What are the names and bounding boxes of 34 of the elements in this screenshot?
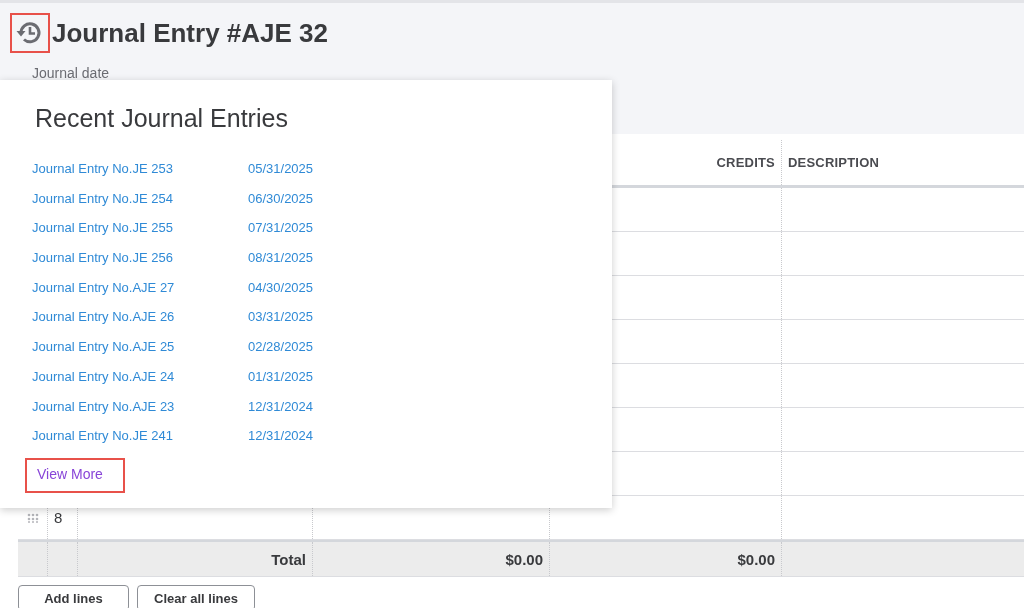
total-amount: $0.00 bbox=[737, 550, 775, 568]
total-amount: $0.00 bbox=[505, 550, 543, 568]
entry-date-link[interactable]: 07/31/2025 bbox=[248, 220, 314, 236]
action-button[interactable]: Clear all lines bbox=[137, 585, 255, 608]
entry-link[interactable]: Journal Entry No.JE 256 bbox=[32, 250, 248, 266]
entry-date-link[interactable]: 06/30/2025 bbox=[248, 190, 314, 206]
entry-link[interactable]: Journal Entry No.AJE 24 bbox=[32, 368, 248, 384]
entry-link[interactable]: Journal Entry No.JE 254 bbox=[32, 190, 248, 206]
popover-title: Recent Journal Entries bbox=[35, 104, 289, 133]
view-more-link[interactable]: View More bbox=[25, 457, 125, 493]
entry-date-link[interactable]: 12/31/2024 bbox=[248, 428, 314, 444]
column-header: DESCRIPTION bbox=[788, 155, 880, 170]
page-title: Journal Entry #AJE 32 bbox=[52, 17, 328, 49]
column-header: CREDITS bbox=[716, 155, 775, 170]
entry-link[interactable]: Journal Entry No.AJE 26 bbox=[32, 309, 248, 325]
entry-date-link[interactable]: 03/31/2025 bbox=[248, 309, 314, 325]
line-number: 8 bbox=[54, 509, 63, 526]
entry-date-link[interactable]: 02/28/2025 bbox=[248, 339, 314, 355]
entry-link[interactable]: Journal Entry No.JE 255 bbox=[32, 220, 248, 236]
entry-date-link[interactable]: 08/31/2025 bbox=[248, 250, 314, 266]
entry-date-link[interactable]: 05/31/2025 bbox=[248, 161, 314, 176]
total-label: Total bbox=[271, 550, 306, 568]
action-button[interactable]: Add lines bbox=[18, 585, 129, 608]
entry-link[interactable]: Journal Entry No.AJE 25 bbox=[32, 339, 248, 355]
history-icon[interactable] bbox=[10, 13, 50, 53]
entry-link[interactable]: Journal Entry No.AJE 23 bbox=[32, 398, 248, 414]
entry-link[interactable]: Journal Entry No.JE 241 bbox=[32, 428, 248, 444]
drag-handle-icon[interactable] bbox=[26, 512, 39, 523]
entry-date-link[interactable]: 01/31/2025 bbox=[248, 368, 314, 384]
entry-date-link[interactable]: 04/30/2025 bbox=[248, 279, 314, 295]
entry-link[interactable]: Journal Entry No.JE 253 bbox=[32, 161, 248, 176]
entry-date-link[interactable]: 12/31/2024 bbox=[248, 398, 314, 414]
entry-link[interactable]: Journal Entry No.AJE 27 bbox=[32, 279, 248, 295]
field-label: Journal date bbox=[32, 65, 111, 81]
